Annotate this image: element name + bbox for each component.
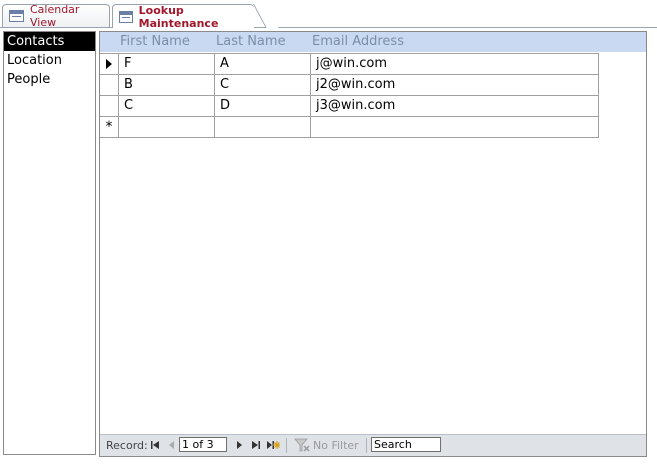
cell-last-name[interactable]: A [215,54,311,75]
list-item-contacts[interactable]: Contacts [4,32,95,51]
lookup-list[interactable]: Contacts Location People [3,31,96,455]
previous-record-icon [169,441,174,449]
column-header-email-address[interactable]: Email Address [312,34,404,49]
column-header-last-name[interactable]: Last Name [216,34,286,49]
previous-record-button[interactable] [166,439,176,451]
list-item-location[interactable]: Location [4,51,95,70]
cell-email-address[interactable]: j3@win.com [311,96,599,117]
tab-calendar-view[interactable]: Calendar View [2,3,110,29]
tab-edge [253,4,279,28]
cell-last-name-new[interactable] [215,117,311,138]
new-record-icon: * [105,119,113,135]
current-record-icon [106,59,112,69]
cell-first-name[interactable]: C [119,96,215,117]
cell-email-address[interactable]: j@win.com [311,54,599,75]
record-label: Record: [106,439,148,452]
form-icon [9,10,24,22]
no-filter-icon [294,438,310,456]
record-selector-current[interactable] [100,54,119,75]
search-input[interactable]: Search [371,437,441,452]
last-record-icon [252,441,260,449]
column-header-first-name[interactable]: First Name [120,34,190,49]
cell-email-address-new[interactable] [311,117,599,138]
datasheet-subform: First Name Last Name Email Address F A j… [99,31,647,457]
next-record-icon [237,441,242,449]
cell-first-name[interactable]: F [119,54,215,75]
cell-first-name[interactable]: B [119,75,215,96]
record-navigation-bar: Record: 1 of 3 No Filter Search [100,434,646,456]
first-record-icon [151,441,159,449]
cell-last-name[interactable]: D [215,96,311,117]
new-record-nav-icon [267,441,280,449]
record-selector[interactable] [100,75,119,96]
new-record-button[interactable] [266,439,280,451]
tab-label: Calendar View [29,3,80,29]
document-tab-strip: Calendar View Lookup Maintenance [0,0,657,30]
cell-email-address[interactable]: j2@win.com [311,75,599,96]
last-record-button[interactable] [251,439,261,451]
new-record-selector[interactable]: * [100,117,119,138]
current-record-input[interactable]: 1 of 3 [179,437,227,452]
navbar-separator [366,438,367,453]
tab-lookup-maintenance[interactable]: Lookup Maintenance [112,3,254,30]
next-record-button[interactable] [235,439,245,451]
first-record-button[interactable] [150,439,160,451]
navbar-separator [286,438,287,453]
column-header-row: First Name Last Name Email Address [100,32,646,52]
list-item-people[interactable]: People [4,70,95,89]
no-filter-button[interactable]: No Filter [313,439,359,452]
record-selector[interactable] [100,96,119,117]
cell-first-name-new[interactable] [119,117,215,138]
tab-label: Lookup Maintenance [138,3,219,30]
form-icon [119,10,133,23]
cell-last-name[interactable]: C [215,75,311,96]
